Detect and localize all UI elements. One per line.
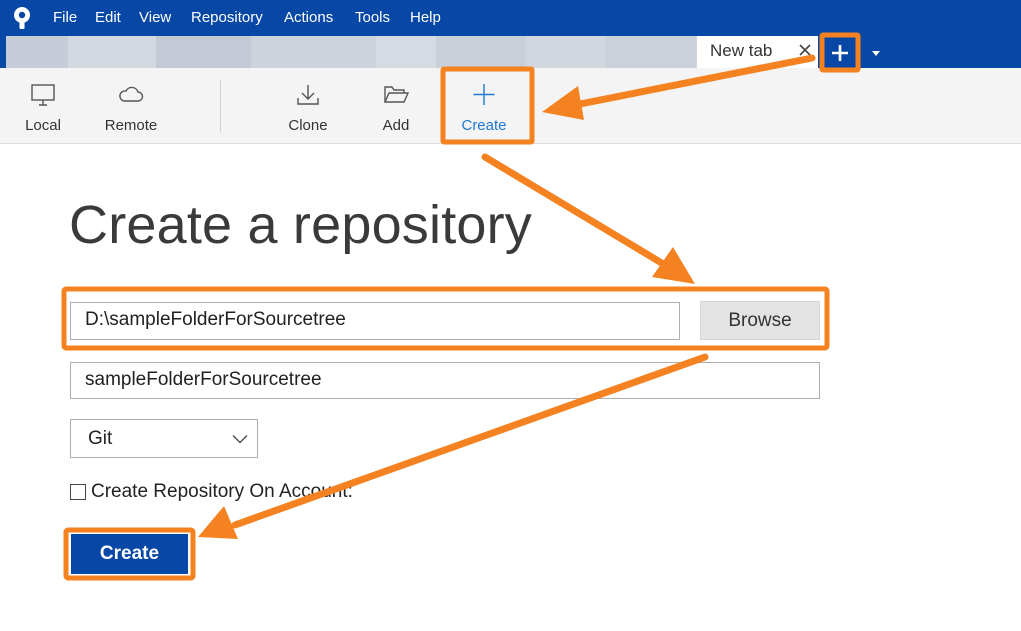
tab-menu-caret-icon[interactable] bbox=[871, 49, 881, 57]
browse-button[interactable]: Browse bbox=[700, 301, 820, 340]
plus-icon bbox=[473, 84, 495, 105]
toolbar-label: Local bbox=[25, 117, 61, 134]
destination-path-input[interactable]: D:\sampleFolderForSourcetree bbox=[70, 302, 680, 340]
cloud-icon bbox=[119, 86, 144, 102]
toolbar-label: Add bbox=[382, 117, 410, 134]
toolbar-remote-button[interactable]: Remote bbox=[96, 68, 166, 144]
menu-view[interactable]: View bbox=[139, 8, 171, 28]
folder-open-icon bbox=[383, 86, 410, 103]
sourcetree-logo-icon[interactable] bbox=[11, 6, 33, 30]
toolbar: Local Remote Clone Add Create bbox=[0, 68, 1021, 144]
menu-bar: File Edit View Repository Actions Tools … bbox=[0, 0, 1021, 36]
toolbar-label: Clone bbox=[288, 117, 328, 134]
toolbar-label: Create bbox=[461, 117, 507, 134]
chevron-down-icon bbox=[232, 434, 248, 444]
repository-name-input[interactable]: sampleFolderForSourcetree bbox=[70, 362, 820, 399]
tab-label: New tab bbox=[710, 41, 773, 60]
vcs-type-select[interactable]: Git bbox=[70, 419, 258, 458]
menu-edit[interactable]: Edit bbox=[95, 8, 121, 28]
menu-file[interactable]: File bbox=[53, 8, 77, 28]
create-on-account-checkbox[interactable] bbox=[70, 484, 86, 500]
menu-repository[interactable]: Repository bbox=[191, 8, 263, 28]
menu-help[interactable]: Help bbox=[410, 8, 441, 28]
toolbar-divider bbox=[220, 80, 221, 132]
blurred-tabs bbox=[6, 36, 696, 72]
download-icon bbox=[297, 85, 319, 105]
arrowhead-3 bbox=[198, 506, 238, 539]
menu-tools[interactable]: Tools bbox=[355, 8, 390, 28]
vcs-selected-value: Git bbox=[88, 428, 113, 449]
create-button[interactable]: Create bbox=[71, 534, 188, 574]
arrowhead-2 bbox=[652, 247, 695, 284]
create-on-account-label: Create Repository On Account: bbox=[91, 481, 353, 502]
toolbar-local-button[interactable]: Local bbox=[13, 68, 73, 144]
toolbar-label: Remote bbox=[104, 117, 158, 134]
add-tab-plus-icon[interactable] bbox=[827, 41, 853, 65]
menu-actions[interactable]: Actions bbox=[284, 8, 333, 28]
monitor-icon bbox=[31, 84, 55, 106]
tab-new-tab[interactable]: New tab bbox=[696, 36, 818, 70]
page-title: Create a repository bbox=[69, 195, 533, 255]
toolbar-create-button[interactable]: Create bbox=[452, 68, 516, 144]
toolbar-clone-button[interactable]: Clone bbox=[278, 68, 338, 144]
tab-strip: New tab bbox=[0, 36, 1021, 72]
close-icon[interactable] bbox=[797, 42, 813, 58]
toolbar-add-button[interactable]: Add bbox=[371, 68, 421, 144]
